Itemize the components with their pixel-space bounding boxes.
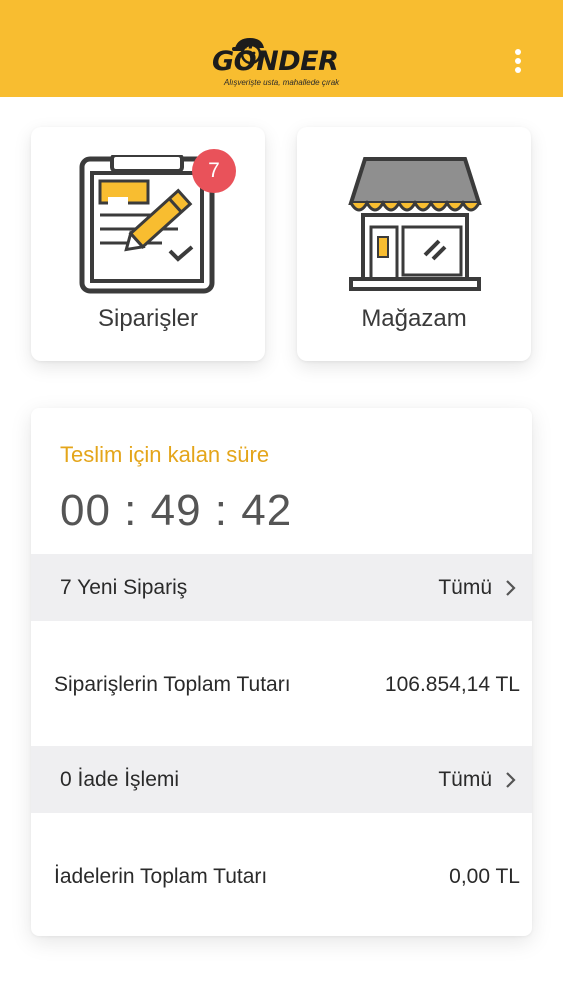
- returns-row[interactable]: 0 İade İşlemi Tümü: [31, 746, 532, 813]
- orders-total-row: Siparişlerin Toplam Tutarı 106.854,14 TL: [31, 621, 532, 746]
- returns-total-row: İadelerin Toplam Tutarı 0,00 TL: [31, 813, 532, 936]
- chevron-right-icon: [506, 580, 516, 596]
- returns-total-value: 0,00 TL: [449, 865, 520, 888]
- brand-tagline: Alışverişte usta, mahallede çırak: [224, 78, 340, 87]
- orders-tile-label: Siparişler: [97, 305, 199, 332]
- new-orders-all-link[interactable]: Tümü: [438, 576, 492, 600]
- store-tile[interactable]: Mağazam: [297, 127, 531, 361]
- delivery-summary-panel: Teslim için kalan süre 00 : 49 : 42 7 Ye…: [31, 408, 532, 936]
- new-orders-label: 7 Yeni Sipariş: [60, 576, 188, 599]
- orders-count-badge: 7: [192, 149, 236, 193]
- returns-total-label: İadelerin Toplam Tutarı: [54, 865, 268, 888]
- kebab-menu-icon[interactable]: [513, 49, 523, 77]
- timer-value: 00 : 49 : 42: [60, 486, 293, 535]
- brand-logo: GÖNDER Alışverişte usta, mahallede çırak: [212, 34, 352, 90]
- timer-caption: Teslim için kalan süre: [60, 442, 270, 467]
- brand-name: GÖNDER: [212, 46, 339, 77]
- top-bar: GÖNDER Alışverişte usta, mahallede çırak: [0, 0, 563, 97]
- orders-total-value: 106.854,14 TL: [384, 673, 520, 696]
- new-orders-row[interactable]: 7 Yeni Sipariş Tümü: [31, 554, 532, 621]
- returns-all-link[interactable]: Tümü: [438, 768, 492, 792]
- chevron-right-icon: [506, 772, 516, 788]
- orders-total-label: Siparişlerin Toplam Tutarı: [54, 673, 291, 696]
- store-tile-label: Mağazam: [361, 305, 467, 332]
- returns-label: 0 İade İşlemi: [60, 768, 180, 791]
- storefront-icon: [348, 157, 482, 291]
